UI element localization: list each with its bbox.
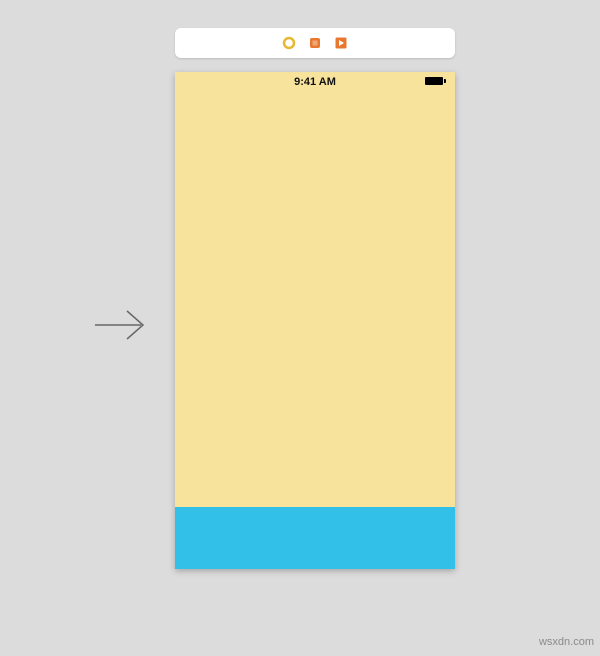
- storyboard-canvas[interactable]: 9:41 AM wsxdn.com: [0, 0, 600, 656]
- status-bar: 9:41 AM: [175, 72, 455, 92]
- view-controller-scene[interactable]: 9:41 AM: [175, 28, 455, 569]
- scene-toolbar: [175, 28, 455, 58]
- preview-icon[interactable]: [333, 35, 349, 51]
- scene-dock-icon[interactable]: [307, 35, 323, 51]
- bottom-view[interactable]: [175, 507, 455, 569]
- watermark-label: wsxdn.com: [539, 636, 594, 648]
- status-time: 9:41 AM: [294, 76, 336, 88]
- segue-arrow-icon: [88, 300, 158, 350]
- battery-icon: [425, 76, 447, 86]
- device-frame[interactable]: 9:41 AM: [175, 72, 455, 569]
- breakpoint-icon[interactable]: [281, 35, 297, 51]
- top-view[interactable]: [175, 92, 455, 507]
